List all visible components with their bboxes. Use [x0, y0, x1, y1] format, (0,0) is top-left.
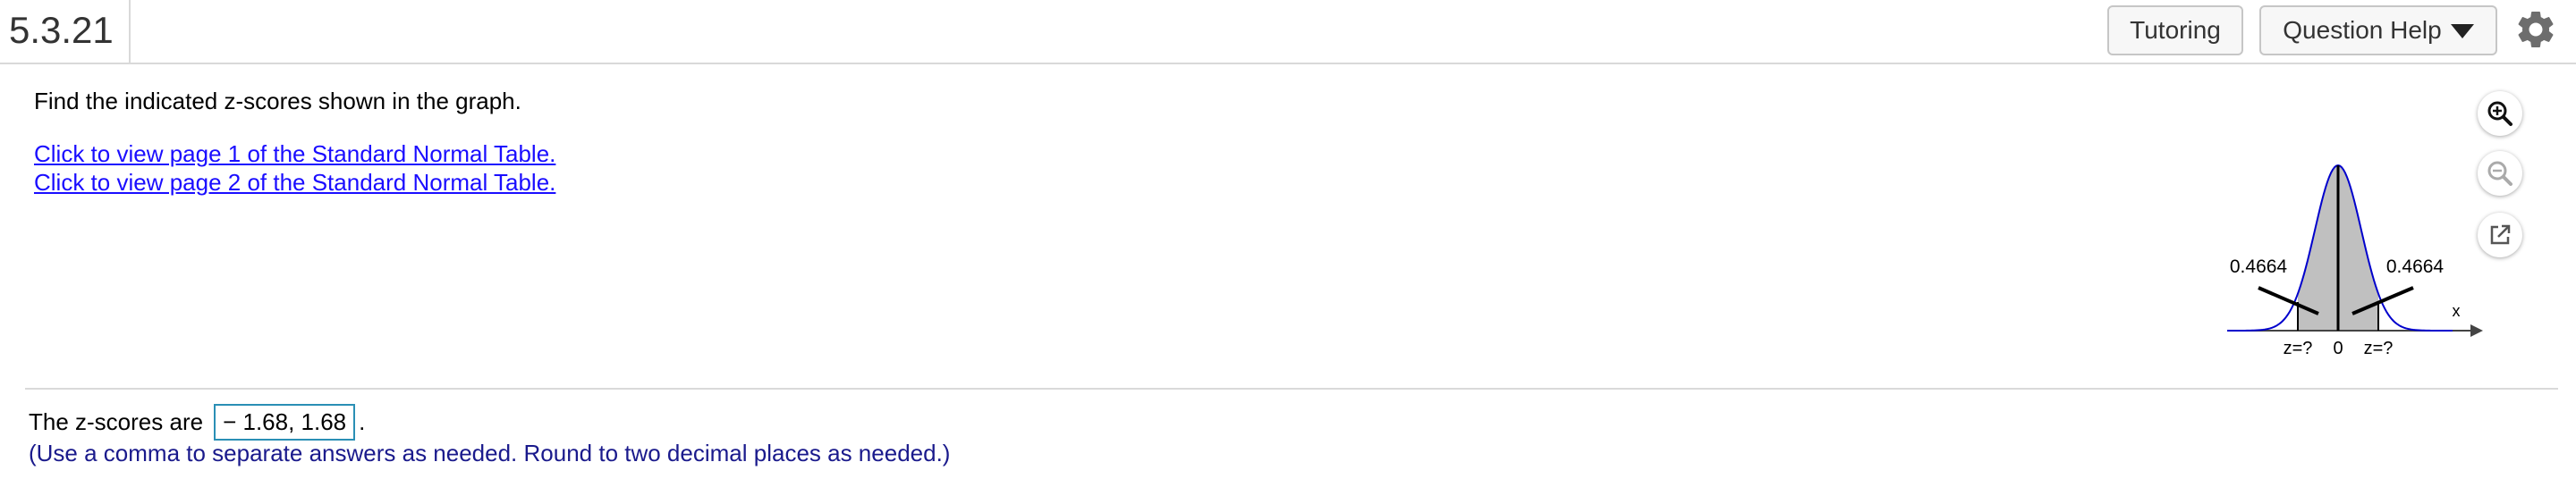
- tutoring-button[interactable]: Tutoring: [2107, 5, 2243, 55]
- right-z-label: z=?: [2364, 339, 2394, 358]
- answer-instructions: (Use a comma to separate answers as need…: [29, 440, 951, 466]
- answer-field[interactable]: − 1.68, 1.68: [214, 404, 356, 441]
- x-axis-arrow: [2470, 324, 2483, 337]
- caret-down-icon: [2450, 24, 2474, 38]
- right-area-label: 0.4664: [2386, 256, 2445, 277]
- question-help-label: Question Help: [2283, 16, 2442, 44]
- center-zero-label: 0: [2333, 339, 2343, 358]
- normal-curve-graph: 0.4664 0.4664 x z=? 0 z=?: [2227, 164, 2483, 358]
- question-help-button[interactable]: Question Help: [2259, 5, 2497, 55]
- gear-icon[interactable]: [2513, 7, 2558, 52]
- zoom-in-icon: [2487, 101, 2512, 126]
- answer-line: The z-scores are − 1.68, 1.68 .: [29, 404, 365, 441]
- question-number: 5.3.21: [9, 9, 114, 51]
- popout-icon: [2490, 224, 2511, 245]
- answer-prefix: The z-scores are: [29, 408, 204, 435]
- tutoring-label: Tutoring: [2130, 16, 2221, 44]
- zoom-out-icon: [2487, 161, 2512, 186]
- zoom-in-button[interactable]: [2478, 91, 2522, 136]
- left-area-label: 0.4664: [2230, 256, 2288, 277]
- section-divider: [25, 388, 2558, 390]
- header-divider: [129, 0, 131, 64]
- top-bar: 5.3.21 Tutoring Question Help: [0, 0, 2576, 64]
- instruction-text: Find the indicated z-scores shown in the…: [34, 88, 521, 114]
- normal-table-page2-link[interactable]: Click to view page 2 of the Standard Nor…: [34, 169, 555, 197]
- left-z-label: z=?: [2284, 339, 2313, 358]
- answer-suffix: .: [359, 408, 366, 435]
- normal-table-page1-link[interactable]: Click to view page 1 of the Standard Nor…: [34, 140, 555, 168]
- x-axis-label: x: [2453, 302, 2461, 320]
